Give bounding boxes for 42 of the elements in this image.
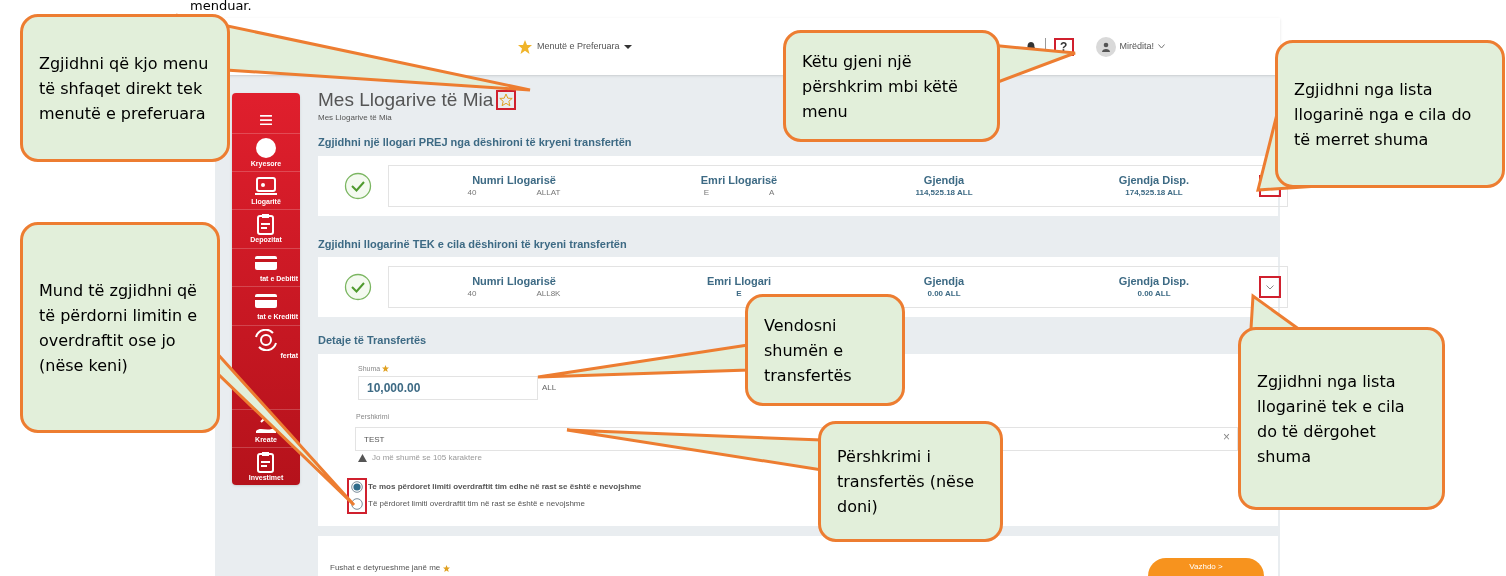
- account-row[interactable]: Numri Llogarisë 40 ALL8K Emri Llogari E Gjendja 0.00 ALL Gjendja Disp. 0.00 ALL: [388, 266, 1288, 308]
- column-value: 40: [467, 186, 477, 198]
- column-value: 40: [467, 288, 477, 299]
- column-value: E: [703, 186, 709, 198]
- callout-note: Zgjidhni nga lista llogarinë tek e cila do të dërgohet shuma: [1238, 327, 1445, 510]
- column-value: ALL8K: [536, 288, 561, 299]
- callout-note: Përshkrimi i transfertës (nëse doni): [818, 421, 1003, 542]
- column-label: Emri Llogarisë: [700, 173, 778, 187]
- caption-text: menduar.: [190, 0, 252, 12]
- hint-text: Jo më shumë se 105 karaktere: [372, 451, 482, 464]
- favorites-menu[interactable]: Menutë e Preferuara: [517, 38, 632, 55]
- column-label: Emri Llogari: [706, 275, 772, 288]
- currency-label: ALL: [542, 382, 557, 394]
- column-value: ALLAT: [536, 186, 561, 198]
- page-title: Mes Llogarive të Mia: [318, 89, 494, 111]
- column-label: Gjendja Disp.: [1118, 275, 1190, 288]
- column-value: 174,525.18 ALL: [1125, 186, 1183, 198]
- required-note: Fushat e detyrueshme janë me: [330, 562, 441, 574]
- callout-note: Këtu gjeni një përshkrim mbi këtë menu: [783, 30, 1000, 142]
- user-menu[interactable]: Mirëdita!: [1119, 39, 1166, 54]
- callout-note: Vendosni shumën e transfertës: [745, 294, 905, 406]
- section-heading: Zgjidhni llogarinë TEK e cila dëshironi të kryeni transfertën: [318, 236, 627, 252]
- clear-button[interactable]: ×: [1223, 430, 1230, 443]
- section-heading: Zgjidhni një llogari PREJ nga dëshironi të kryeni transfertën: [318, 135, 632, 150]
- column-value: 0.00 ALL: [927, 288, 961, 299]
- column-label: Gjendja: [923, 275, 965, 288]
- column-label: Gjendja: [923, 173, 965, 187]
- column-label: Numri Llogarisë: [472, 275, 556, 288]
- column-label: Gjendja Disp.: [1118, 173, 1190, 187]
- breadcrumb: Mes Llogarive të Mia: [318, 112, 392, 124]
- column-value: 0.00 ALL: [1137, 288, 1171, 299]
- section-heading: Detaje të Transfertës: [318, 333, 427, 348]
- column-value: A: [769, 186, 775, 198]
- column-value: 114,525.18 ALL: [915, 186, 973, 198]
- callout-note: Zgjidhni që kjo menu të shfaqet direkt tek menutë e preferuara: [20, 14, 230, 162]
- column-value: E: [736, 288, 742, 299]
- callout-note: Mund të zgjidhni që të përdorni limitin e overdraftit ose jo (nëse keni): [20, 222, 220, 433]
- column-label: Numri Llogarisë: [472, 173, 556, 187]
- account-row[interactable]: Numri Llogarisë 40 ALLAT Emri Llogarisë E A Gjendja 114,525.18 ALL Gjendja Disp. 174,525.18 ALL: [388, 164, 1288, 207]
- radio-label: Të përdoret limiti overdraftit tim në rast se është e nevojshme: [368, 498, 586, 510]
- amount-field[interactable]: 10,000.00: [358, 376, 538, 400]
- radio-label: Te mos përdoret limiti overdraftit tim edhe në rast se është e nevojshme: [368, 481, 642, 493]
